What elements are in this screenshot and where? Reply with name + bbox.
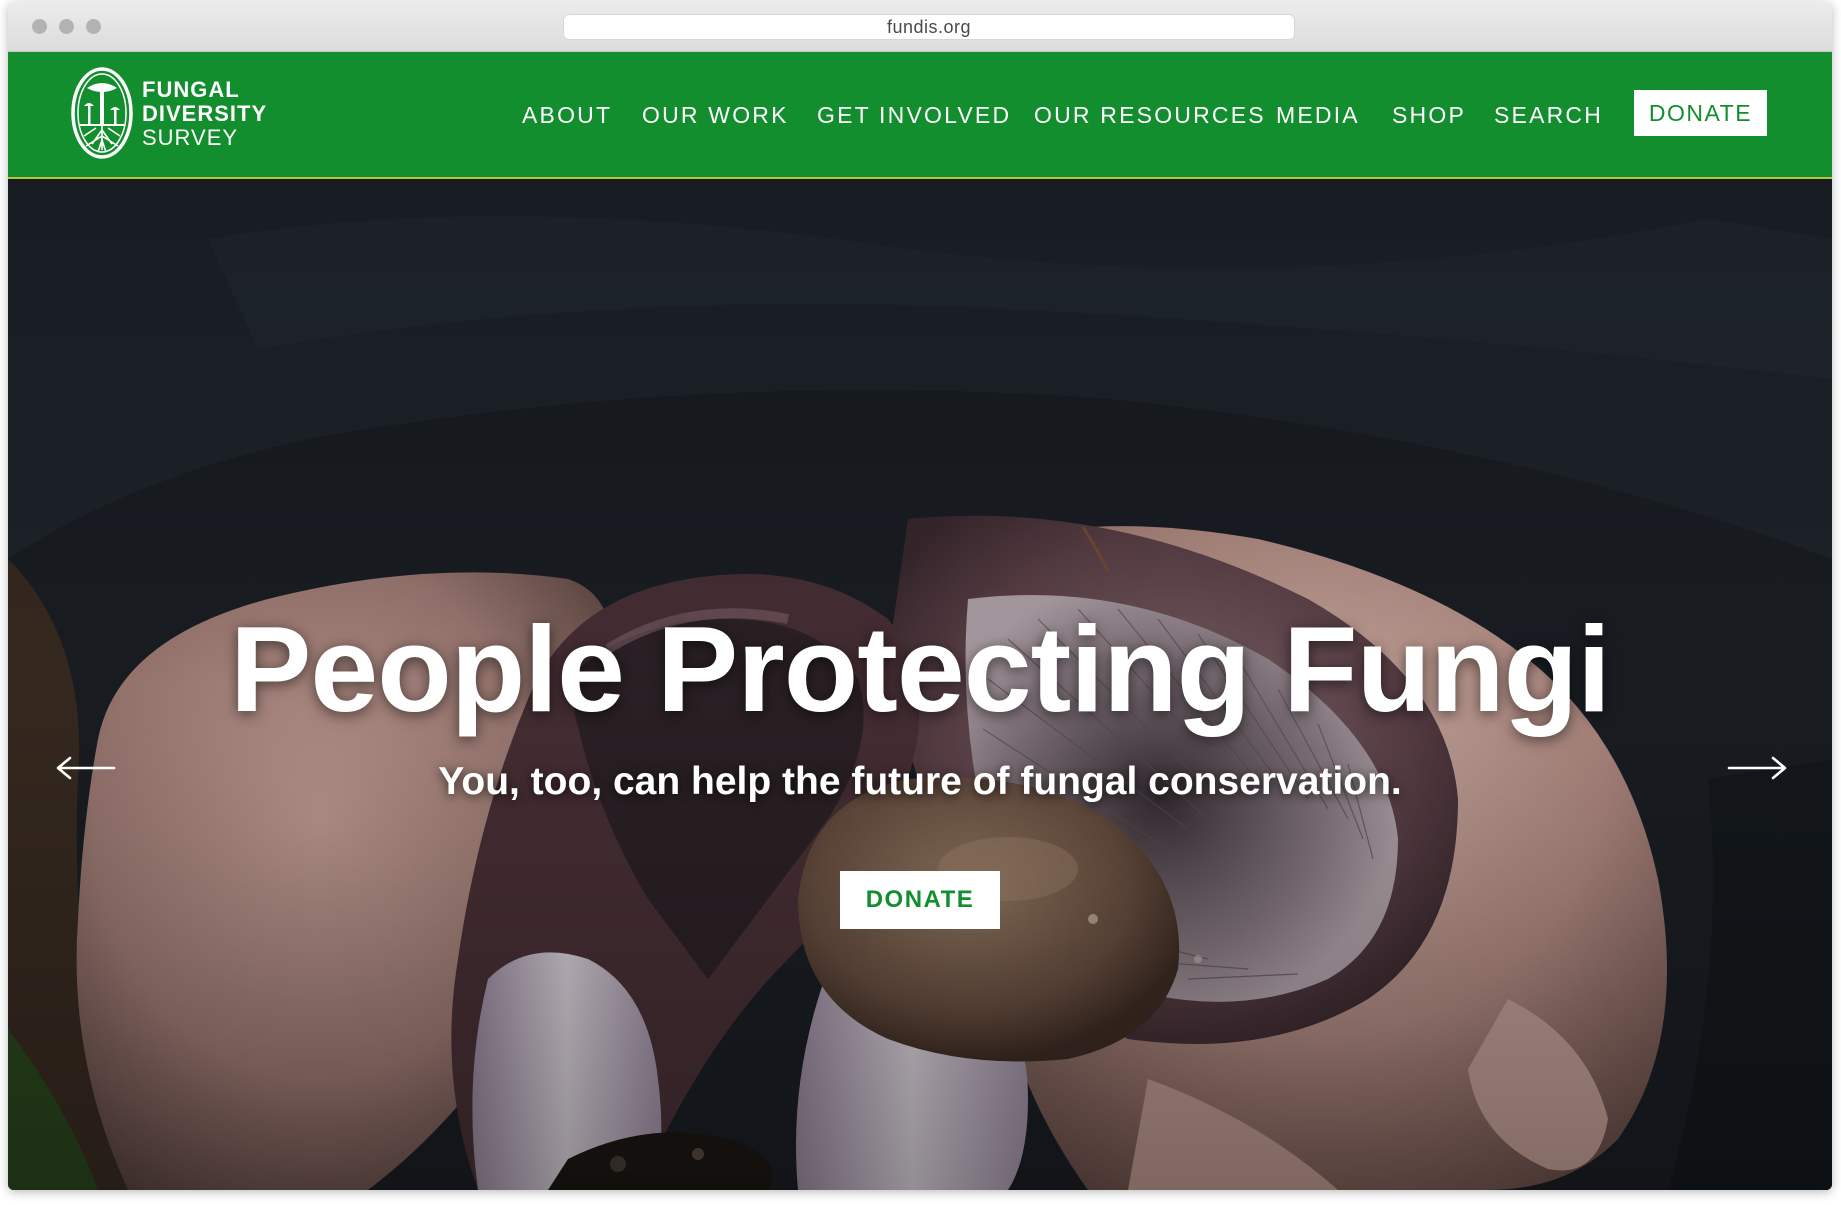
nav-media[interactable]: MEDIA bbox=[1276, 102, 1360, 128]
hero-headline: People Protecting Fungi bbox=[229, 601, 1611, 737]
nav-search[interactable]: SEARCH bbox=[1494, 102, 1603, 128]
nav-our-resources[interactable]: OUR RESOURCES bbox=[1034, 102, 1266, 128]
browser-window: fundis.org FUNGAL DIVERSITY SURVEY ABOUT… bbox=[8, 2, 1832, 1190]
nav-our-work[interactable]: OUR WORK bbox=[642, 102, 789, 128]
arrow-right-icon[interactable] bbox=[1727, 751, 1789, 785]
browser-titlebar: fundis.org bbox=[8, 2, 1832, 52]
window-close-dot[interactable] bbox=[32, 19, 47, 34]
mushroom-logo-icon bbox=[71, 67, 133, 159]
logo-wordmark: FUNGAL DIVERSITY SURVEY bbox=[142, 78, 267, 150]
address-bar[interactable]: fundis.org bbox=[563, 14, 1295, 40]
site-logo[interactable]: FUNGAL DIVERSITY SURVEY bbox=[70, 66, 300, 162]
nav-shop[interactable]: SHOP bbox=[1392, 102, 1466, 128]
window-minimize-dot[interactable] bbox=[59, 19, 74, 34]
nav-get-involved[interactable]: GET INVOLVED bbox=[817, 102, 1011, 128]
site-header: FUNGAL DIVERSITY SURVEY ABOUT OUR WORK G… bbox=[8, 52, 1832, 179]
nav-about[interactable]: ABOUT bbox=[522, 102, 612, 128]
hero-slider: People Protecting Fungi You, too, can he… bbox=[8, 179, 1832, 1190]
logo-line-survey: SURVEY bbox=[142, 125, 239, 150]
logo-line-fungal: FUNGAL bbox=[142, 77, 240, 102]
logo-line-diversity: DIVERSITY bbox=[142, 101, 268, 126]
header-donate-button[interactable]: DONATE bbox=[1634, 90, 1767, 136]
arrow-left-icon[interactable] bbox=[54, 751, 116, 785]
hero-donate-button[interactable]: DONATE bbox=[840, 871, 1000, 929]
window-maximize-dot[interactable] bbox=[86, 19, 101, 34]
hero-subheadline: You, too, can help the future of fungal … bbox=[438, 760, 1402, 803]
